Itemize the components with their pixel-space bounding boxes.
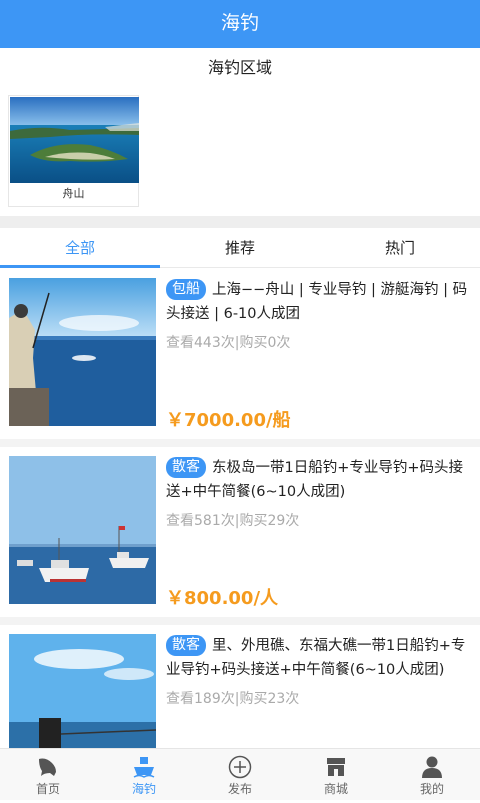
tabbar-label: 我的: [419, 782, 444, 796]
tab-hot[interactable]: 热门: [320, 228, 480, 268]
tab-all[interactable]: 全部: [0, 228, 160, 268]
listing-stats: 查看189次|购买23次: [166, 691, 300, 707]
section-divider: [0, 216, 480, 228]
listing-badge: 包船: [166, 279, 206, 300]
listing-stats: 查看581次|购买29次: [166, 513, 300, 529]
listing-item[interactable]: 散客 东极岛一带1日船钓+专业导钓+码头接送+中午简餐(6~10人成团) 查看58…: [0, 447, 480, 625]
area-image: [10, 97, 139, 183]
tabbar-label: 商城: [323, 782, 348, 796]
listing-stats: 查看443次|购买0次: [166, 335, 291, 351]
boat-icon: [132, 755, 156, 779]
area-label: 舟山: [62, 187, 85, 200]
tabbar-label: 海钓: [131, 782, 156, 796]
fish-icon: [36, 755, 60, 779]
listing-thumbnail: [9, 456, 156, 604]
section-title-areas: 海钓区域: [207, 58, 272, 77]
listing-title-text: 上海−−舟山 | 专业导钓 | 游艇海钓 | 码头接送 | 6-10人成团: [166, 282, 468, 322]
plus-circle-icon: [228, 755, 252, 779]
tab-active-indicator: [0, 265, 160, 268]
page-title: 海钓: [220, 12, 259, 34]
listing-title: 包船 上海−−舟山 | 专业导钓 | 游艇海钓 | 码头接送 | 6-10人成团: [166, 278, 472, 326]
tabbar-fishing[interactable]: 海钓: [96, 749, 192, 801]
filter-tabs: 全部 推荐 热门: [0, 228, 480, 268]
bottom-tab-bar: 首页 海钓 发布 商城 我的: [0, 748, 480, 800]
tabbar-post[interactable]: 发布: [192, 749, 288, 801]
area-card-zhoushan[interactable]: 舟山: [8, 95, 139, 207]
listing-item[interactable]: 包船 上海−−舟山 | 专业导钓 | 游艇海钓 | 码头接送 | 6-10人成团 …: [0, 269, 480, 447]
listing-badge: 散客: [166, 635, 206, 656]
tab-recommended[interactable]: 推荐: [160, 228, 320, 268]
tabbar-label: 发布: [227, 782, 252, 796]
listing-price: ￥800.00/人: [166, 588, 279, 609]
listing-title-text: 里、外甩礁、东福大礁一带1日船钓+专业导钓+码头接送+中午简餐(6~10人成团): [166, 638, 466, 678]
app-header: 海钓: [0, 0, 480, 48]
store-icon: [324, 755, 348, 779]
listing-price: ￥7000.00/船: [166, 410, 291, 431]
tabbar-home[interactable]: 首页: [0, 749, 96, 801]
listing-badge: 散客: [166, 457, 206, 478]
listing-title-text: 东极岛一带1日船钓+专业导钓+码头接送+中午简餐(6~10人成团): [166, 460, 464, 500]
listing-thumbnail: [9, 634, 156, 748]
tabbar-me[interactable]: 我的: [384, 749, 480, 801]
user-icon: [420, 755, 444, 779]
tabbar-store[interactable]: 商城: [288, 749, 384, 801]
listing-title: 散客 东极岛一带1日船钓+专业导钓+码头接送+中午简餐(6~10人成团): [166, 456, 472, 504]
listing-thumbnail: [9, 278, 156, 426]
listing-title: 散客 里、外甩礁、东福大礁一带1日船钓+专业导钓+码头接送+中午简餐(6~10人成…: [166, 634, 472, 682]
tabbar-label: 首页: [35, 782, 60, 796]
